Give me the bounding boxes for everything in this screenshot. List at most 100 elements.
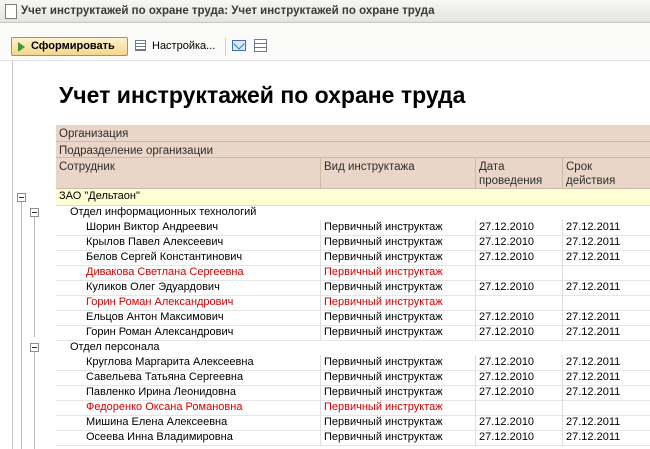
cell-employee: Круглова Маргарита Алексеевна [86, 356, 254, 368]
cell-term: 27.12.2011 [562, 355, 650, 370]
cell-employee: Мишина Елена Алексеевна [86, 416, 228, 428]
cell-date: 27.12.2010 [475, 355, 562, 370]
group-row-it[interactable]: Отдел информационных технологий [56, 205, 650, 220]
cell-briefing-type: Первичный инструктаж [320, 385, 475, 400]
cell-employee: Шорин Виктор Андреевич [86, 221, 219, 233]
cell-briefing-type: Первичный инструктаж [320, 430, 475, 445]
header-date-line1: Дата [479, 161, 505, 173]
header-organization-label: Организация [59, 128, 129, 140]
cell-employee: Белов Сергей Константинович [86, 251, 243, 263]
cell-employee: Горин Роман Александрович [86, 326, 234, 338]
table-row-overdue[interactable]: Дивакова Светлана Сергеевна Первичный ин… [56, 265, 650, 281]
cell-employee: Федоренко Оксана Романовна [86, 401, 243, 413]
settings-icon [135, 40, 146, 51]
collapse-group-it-toggle[interactable] [30, 208, 39, 217]
cell-term: 27.12.2011 [562, 235, 650, 250]
table-row[interactable]: Белов Сергей Константинович Первичный ин… [56, 250, 650, 266]
cell-employee: Савельева Татьяна Сергеевна [86, 371, 244, 383]
toolbar: Сформировать Настройка... [0, 23, 650, 61]
toolbar-separator [225, 38, 226, 56]
group-row-hr[interactable]: Отдел персонала [56, 340, 650, 355]
cell-date: 27.12.2010 [475, 415, 562, 430]
table-row[interactable]: Крылов Павел Алексеевич Первичный инстру… [56, 235, 650, 251]
header-date-line2: проведения [479, 175, 543, 187]
cell-term: 27.12.2011 [562, 415, 650, 430]
cell-briefing-type: Первичный инструктаж [320, 295, 475, 310]
header-term: Срок действия [562, 158, 650, 188]
cell-date: 27.12.2010 [475, 235, 562, 250]
group-name-hr: Отдел персонала [70, 341, 160, 353]
cell-briefing-type: Первичный инструктаж [320, 265, 475, 280]
cell-term: 27.12.2011 [562, 325, 650, 340]
cell-employee: Крылов Павел Алексеевич [86, 236, 224, 248]
header-subdivision: Подразделение организации [56, 142, 650, 158]
cell-briefing-type: Первичный инструктаж [320, 415, 475, 430]
cell-date: 27.12.2010 [475, 430, 562, 445]
cell-term: 27.12.2011 [562, 310, 650, 325]
cell-date: 27.12.2010 [475, 385, 562, 400]
table-row[interactable]: Савельева Татьяна Сергеевна Первичный ин… [56, 370, 650, 386]
cell-briefing-type: Первичный инструктаж [320, 355, 475, 370]
cell-briefing-type: Первичный инструктаж [320, 310, 475, 325]
header-term-line1: Срок [566, 161, 593, 173]
cell-term: 27.12.2011 [562, 385, 650, 400]
table-row[interactable]: Ельцов Антон Максимович Первичный инстру… [56, 310, 650, 326]
cell-employee: Ельцов Антон Максимович [86, 311, 224, 323]
header-organization: Организация [56, 125, 650, 142]
group-name-it: Отдел информационных технологий [70, 206, 257, 218]
cell-date: 27.12.2010 [475, 280, 562, 295]
organization-row[interactable]: ЗАО "Дельтаон" [56, 189, 650, 206]
table-row[interactable]: Куликов Олег Эдуардович Первичный инстру… [56, 280, 650, 296]
cell-briefing-type: Первичный инструктаж [320, 400, 475, 415]
cell-term: 27.12.2011 [562, 430, 650, 445]
cell-employee: Куликов Олег Эдуардович [86, 281, 220, 293]
cell-date: 27.12.2010 [475, 220, 562, 235]
header-employee: Сотрудник [59, 161, 115, 173]
cell-briefing-type: Первичный инструктаж [320, 250, 475, 265]
table-row[interactable]: Осеева Инна Владимировна Первичный инстр… [56, 430, 650, 446]
window-titlebar: Учет инструктажей по охране труда: Учет … [0, 0, 650, 23]
report-area[interactable]: Учет инструктажей по охране труда Органи… [0, 61, 650, 449]
cell-date [475, 400, 562, 415]
header-briefing-type: Вид инструктажа [320, 158, 475, 188]
cell-term: 27.12.2011 [562, 280, 650, 295]
table-row[interactable]: Павленко Ирина Леонидовна Первичный инст… [56, 385, 650, 401]
cell-employee: Павленко Ирина Леонидовна [86, 386, 236, 398]
cell-briefing-type: Первичный инструктаж [320, 235, 475, 250]
cell-briefing-type: Первичный инструктаж [320, 220, 475, 235]
grouping-gutter [12, 61, 13, 449]
cell-date: 27.12.2010 [475, 370, 562, 385]
table-row-overdue[interactable]: Горин Роман Александрович Первичный инст… [56, 295, 650, 311]
header-term-line2: действия [566, 175, 616, 187]
collapse-organization-toggle[interactable] [17, 193, 26, 202]
report-list-icon[interactable] [254, 39, 267, 52]
table-row[interactable]: Горин Роман Александрович Первичный инст… [56, 325, 650, 341]
generate-label: Сформировать [31, 40, 115, 52]
table-row[interactable]: Круглова Маргарита Алексеевна Первичный … [56, 355, 650, 371]
cell-employee: Дивакова Светлана Сергеевна [86, 266, 244, 278]
cell-date: 27.12.2010 [475, 325, 562, 340]
tree-line-organization [21, 202, 22, 449]
document-icon [5, 4, 17, 19]
cell-term: 27.12.2011 [562, 220, 650, 235]
cell-briefing-type: Первичный инструктаж [320, 370, 475, 385]
cell-briefing-type: Первичный инструктаж [320, 280, 475, 295]
table-row-overdue[interactable]: Федоренко Оксана Романовна Первичный инс… [56, 400, 650, 416]
organization-name: ЗАО "Дельтаон" [59, 190, 140, 202]
send-mail-icon[interactable] [232, 40, 246, 51]
table-row[interactable]: Мишина Елена Алексеевна Первичный инстру… [56, 415, 650, 431]
collapse-group-hr-toggle[interactable] [30, 343, 39, 352]
cell-employee: Осеева Инна Владимировна [86, 431, 233, 443]
cell-date: 27.12.2010 [475, 310, 562, 325]
table-row[interactable]: Шорин Виктор Андреевич Первичный инструк… [56, 220, 650, 236]
generate-button[interactable]: Сформировать [11, 37, 128, 56]
tree-line-group-hr [34, 352, 35, 449]
cell-date: 27.12.2010 [475, 250, 562, 265]
cell-term: 27.12.2011 [562, 250, 650, 265]
tree-line-group-it [34, 217, 35, 337]
report-title: Учет инструктажей по охране труда [59, 82, 466, 108]
cell-date [475, 265, 562, 280]
cell-term: 27.12.2011 [562, 370, 650, 385]
cell-term [562, 295, 650, 310]
header-date: Дата проведения [475, 158, 562, 188]
